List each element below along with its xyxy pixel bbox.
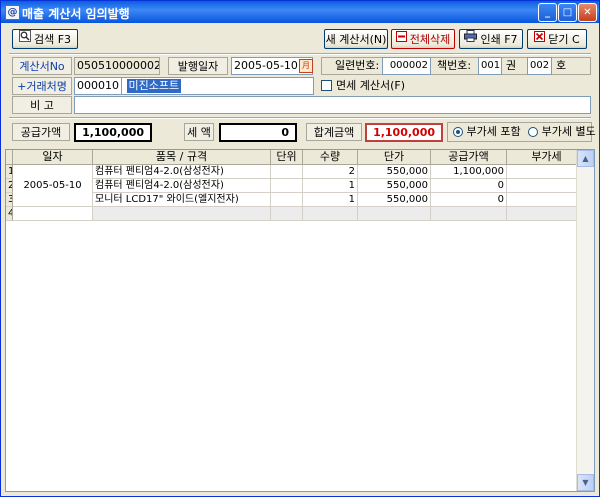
new-invoice-label: 새 계산서(N)	[325, 33, 387, 46]
form-divider	[9, 117, 591, 119]
supply-cell[interactable]	[431, 207, 507, 221]
total-amount-label: 합계금액	[306, 123, 362, 141]
window-title: 매출 계산서 임의발행	[22, 7, 130, 21]
grid-corner	[6, 150, 13, 165]
vat-included-label[interactable]: 부가세 포함	[467, 125, 521, 138]
row-number[interactable]: 2	[6, 179, 13, 193]
app-icon: @	[5, 5, 20, 20]
vat-cell[interactable]	[507, 207, 587, 221]
supply-cell[interactable]: 0	[431, 179, 507, 193]
col-header-date[interactable]: 일자	[13, 150, 93, 165]
grid-vertical-scrollbar[interactable]: ▲ ▼	[576, 150, 594, 491]
price-cell[interactable]	[358, 207, 431, 221]
title-bar[interactable]: @ 매출 계산서 임의발행 _ □ ✕	[1, 1, 599, 23]
serial-label: 일련번호:	[335, 59, 380, 72]
vat-mode-group: 부가세 포함 부가세 별도	[447, 122, 596, 142]
invoice-no-field: 050510000002	[74, 57, 160, 75]
invoice-no-label: 계산서No	[12, 57, 72, 75]
supply-cell[interactable]: 1,100,000	[431, 165, 507, 179]
close-window-button[interactable]: ✕	[578, 3, 597, 22]
col-header-vat[interactable]: 부가세	[507, 150, 587, 165]
qty-cell[interactable]: 1	[303, 179, 358, 193]
item-cell[interactable]: 컴퓨터 펜티엄4-2.0(삼성전자)	[93, 165, 271, 179]
col-header-supply[interactable]: 공급가액	[431, 150, 507, 165]
calendar-icon[interactable]: 月	[299, 59, 313, 73]
vat-included-radio[interactable]	[453, 127, 463, 137]
invoice-window: @ 매출 계산서 임의발행 _ □ ✕ 검색 F3 새 계산서(N) 전체삭제 …	[0, 0, 600, 497]
scroll-up-button[interactable]: ▲	[577, 150, 594, 167]
supply-amount-label: 공급가액	[12, 123, 70, 141]
customer-name: 미진소프트	[126, 79, 182, 93]
serial-field[interactable]: 000002	[382, 57, 431, 75]
close-button-label: 닫기 C	[548, 33, 580, 46]
col-header-unit[interactable]: 단위	[271, 150, 303, 165]
vat-cell[interactable]: 0	[507, 179, 587, 193]
search-icon	[18, 29, 31, 49]
search-button-label: 검색 F3	[33, 33, 72, 46]
unit-cell[interactable]	[271, 179, 303, 193]
delete-all-button[interactable]: 전체삭제	[391, 29, 455, 49]
toolbar-divider	[9, 53, 591, 55]
unit-cell[interactable]	[271, 193, 303, 207]
vat-cell[interactable]: 0	[507, 193, 587, 207]
item-cell[interactable]	[93, 207, 271, 221]
delete-all-label: 전체삭제	[409, 33, 451, 46]
print-button[interactable]: 인쇄 F7	[459, 29, 523, 49]
minimize-button[interactable]: _	[538, 3, 557, 22]
price-cell[interactable]: 550,000	[358, 193, 431, 207]
row-number[interactable]: 3	[6, 193, 13, 207]
printer-icon	[464, 29, 478, 49]
scroll-down-button[interactable]: ▼	[577, 474, 594, 491]
book-label: 책번호:	[437, 59, 472, 72]
close-button[interactable]: 닫기 C	[527, 29, 587, 49]
tax-exempt-label[interactable]: 면세 계산서(F)	[336, 79, 405, 93]
book-volume-field[interactable]: 001	[478, 57, 502, 75]
row-number[interactable]: 4	[6, 207, 13, 221]
new-invoice-button[interactable]: 새 계산서(N)	[324, 29, 388, 49]
customer-code: 000010	[75, 78, 122, 94]
issue-date-label: 발행일자	[168, 57, 228, 75]
row-number[interactable]: 1	[6, 165, 13, 179]
tax-amount-label: 세 액	[184, 123, 214, 141]
invoice-items-grid[interactable]: 일자 품목 / 규격 단위 수량 단가 공급가액 부가세 1 2 3 4 200…	[5, 149, 595, 492]
vat-separate-radio[interactable]	[528, 127, 539, 137]
tax-exempt-checkbox[interactable]	[321, 80, 332, 91]
col-header-qty[interactable]: 수량	[303, 150, 358, 165]
unit-cell[interactable]	[271, 207, 303, 221]
date-cell[interactable]	[13, 207, 93, 221]
unit-cell[interactable]	[271, 165, 303, 179]
supply-amount-value: 1,100,000	[74, 123, 152, 142]
vat-separate-label[interactable]: 부가세 별도	[542, 125, 596, 138]
supply-cell[interactable]: 0	[431, 193, 507, 207]
book-volume-unit: 권	[506, 59, 517, 72]
qty-cell[interactable]: 2	[303, 165, 358, 179]
qty-cell[interactable]	[303, 207, 358, 221]
vat-cell[interactable]: 0	[507, 165, 587, 179]
col-header-item[interactable]: 품목 / 규격	[93, 150, 271, 165]
price-cell[interactable]: 550,000	[358, 179, 431, 193]
date-cell[interactable]: 2005-05-10	[13, 165, 93, 207]
search-button[interactable]: 검색 F3	[12, 29, 78, 49]
close-icon	[534, 29, 546, 49]
customer-input[interactable]: 000010 미진소프트	[74, 77, 314, 95]
item-cell[interactable]: 모니터 LCD17" 와이드(엘지전자)	[93, 193, 271, 207]
total-amount-value: 1,100,000	[365, 123, 443, 142]
delete-icon	[395, 29, 407, 49]
book-number-unit: 호	[556, 59, 567, 72]
tax-amount-value: 0	[219, 123, 297, 142]
customer-label[interactable]: +거래처명	[12, 77, 72, 95]
price-cell[interactable]: 550,000	[358, 165, 431, 179]
item-cell[interactable]: 컴퓨터 펜티엄4-2.0(삼성전자)	[93, 179, 271, 193]
qty-cell[interactable]: 1	[303, 193, 358, 207]
memo-input[interactable]	[74, 96, 591, 114]
maximize-button[interactable]: □	[558, 3, 577, 22]
print-button-label: 인쇄 F7	[480, 33, 518, 46]
col-header-price[interactable]: 단가	[358, 150, 431, 165]
issue-date-value: 2005-05-10	[234, 59, 298, 72]
memo-label: 비 고	[12, 96, 72, 114]
book-number-field[interactable]: 002	[527, 57, 552, 75]
